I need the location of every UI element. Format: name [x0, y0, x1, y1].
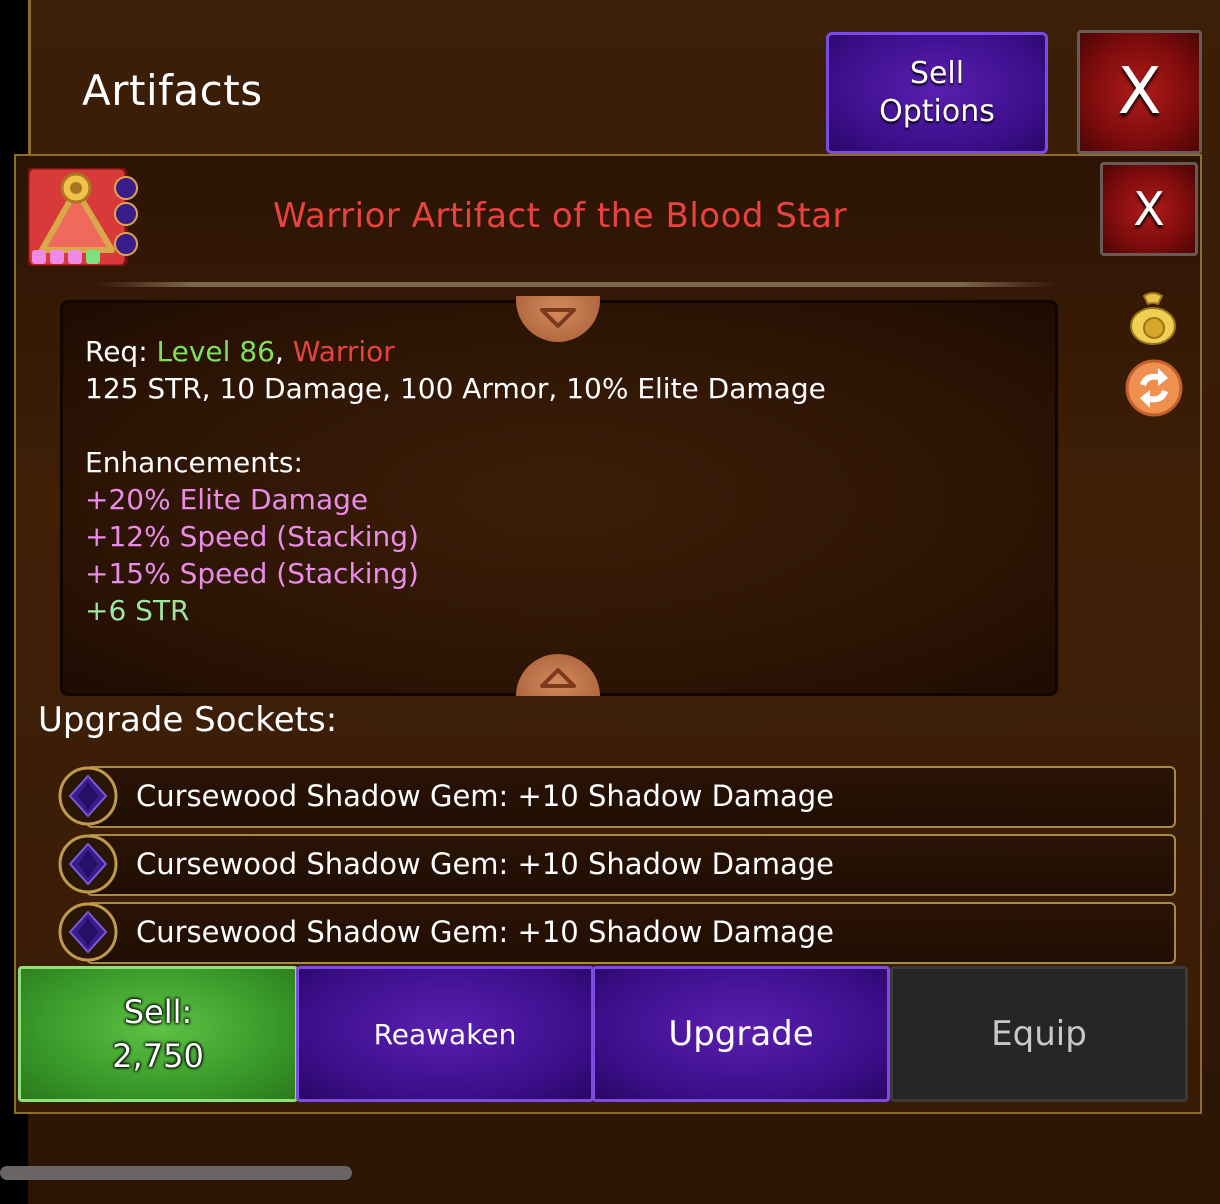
close-item-button[interactable]: X: [1100, 162, 1198, 256]
item-description: Req: Level 86, Warrior 125 STR, 10 Damag…: [85, 333, 826, 629]
shadow-gem-icon: [58, 834, 118, 894]
requirements-line: Req: Level 86, Warrior: [85, 333, 826, 370]
sell-button[interactable]: Sell: 2,750: [18, 966, 298, 1102]
chevron-down-icon: [540, 308, 576, 328]
scroll-down-knob[interactable]: [516, 296, 600, 342]
scroll-up-knob[interactable]: [516, 654, 600, 696]
item-name: Warrior Artifact of the Blood Star: [273, 196, 847, 236]
socket-label: Cursewood Shadow Gem: +10 Shadow Damage: [136, 779, 834, 813]
req-class: Warrior: [292, 335, 395, 368]
shadow-gem-icon: [58, 766, 118, 826]
horizontal-scrollbar[interactable]: [0, 1166, 352, 1180]
enhancement-line: +12% Speed (Stacking): [85, 520, 419, 553]
page-title: Artifacts: [82, 66, 263, 115]
enhancements-title: Enhancements:: [85, 446, 303, 479]
equip-button[interactable]: Equip: [890, 966, 1188, 1102]
swap-icon[interactable]: [1124, 358, 1184, 418]
close-window-button[interactable]: X: [1077, 30, 1202, 154]
enhancement-line: +6 STR: [85, 594, 190, 627]
item-description-box[interactable]: Req: Level 86, Warrior 125 STR, 10 Damag…: [60, 300, 1058, 696]
socket-label: Cursewood Shadow Gem: +10 Shadow Damage: [136, 915, 834, 949]
upgrade-button[interactable]: Upgrade: [592, 966, 890, 1102]
base-stats: 125 STR, 10 Damage, 100 Armor, 10% Elite…: [85, 372, 826, 405]
frame-edge: [28, 0, 31, 160]
enhancement-line: +20% Elite Damage: [85, 483, 369, 516]
triangle-artifact-icon: [28, 168, 138, 266]
enhancement-line: +15% Speed (Stacking): [85, 557, 419, 590]
chevron-up-icon: [540, 668, 576, 688]
divider: [96, 282, 1056, 287]
reawaken-button[interactable]: Reawaken: [296, 966, 594, 1102]
sell-options-button[interactable]: Sell Options: [826, 32, 1048, 154]
sockets-title: Upgrade Sockets:: [38, 700, 338, 740]
shadow-gem-icon: [58, 902, 118, 962]
req-prefix: Req:: [85, 335, 157, 368]
socket-label: Cursewood Shadow Gem: +10 Shadow Damage: [136, 847, 834, 881]
req-sep: ,: [274, 335, 293, 368]
req-level: Level 86: [156, 335, 275, 368]
coin-bag-icon[interactable]: [1126, 288, 1180, 346]
